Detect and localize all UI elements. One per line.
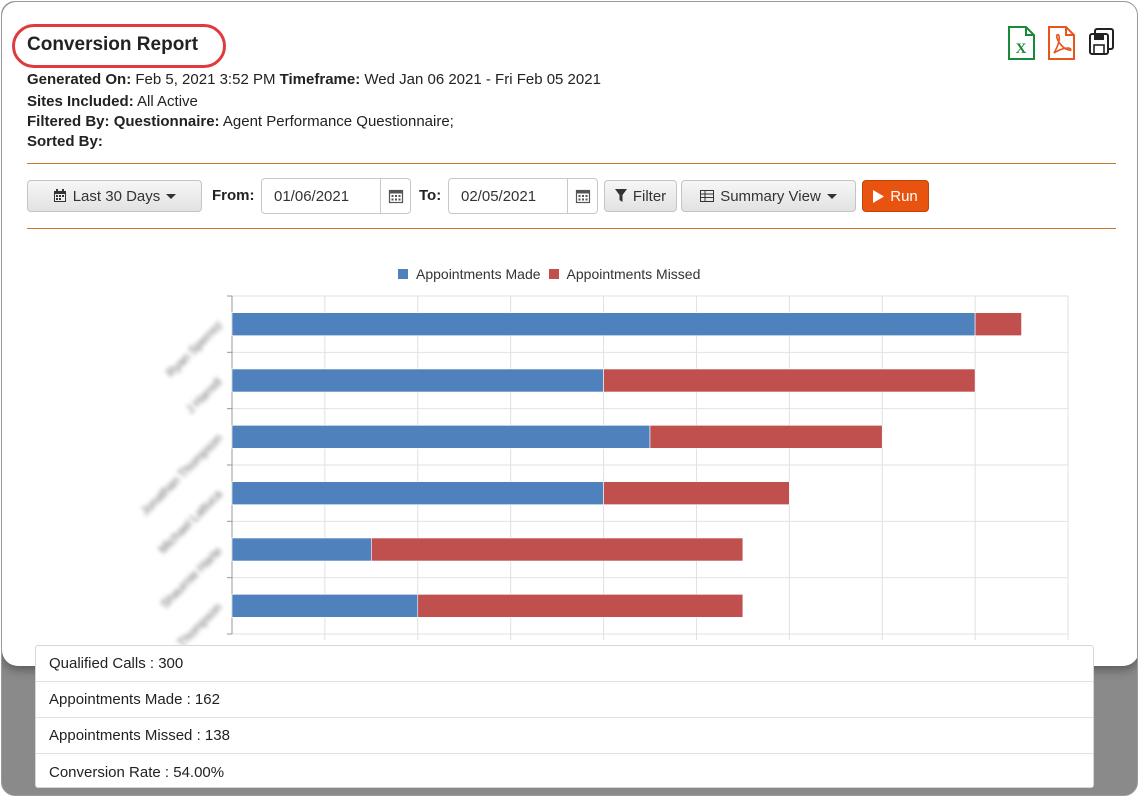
bar-appointments-made [231, 481, 604, 505]
bar-appointments-missed [974, 312, 1022, 336]
summary-qualified-calls: Qualified Calls : 300 [36, 646, 1093, 682]
summary-appointments-missed: Appointments Missed : 138 [36, 718, 1093, 754]
bar-appointments-missed [649, 425, 883, 449]
bar-appointments-made [231, 594, 419, 618]
bar-chart [227, 295, 1069, 640]
bar-appointments-made [231, 425, 651, 449]
bar-appointments-missed [603, 368, 976, 393]
summary-conversion-rate: Conversion Rate : 54.00% [49, 763, 225, 781]
window-frame: Conversion Report X Generated On: Feb 5,… [1, 1, 1138, 796]
summary-panel: Qualified Calls : 300 Appointments Made … [35, 645, 1094, 788]
summary-appointments-made: Appointments Made : 162 [36, 682, 1093, 718]
bar-appointments-missed [371, 537, 744, 562]
bar-appointments-made [231, 312, 976, 336]
report-card: Conversion Report X Generated On: Feb 5,… [2, 2, 1137, 666]
bar-appointments-made [231, 537, 372, 562]
bar-appointments-missed [417, 594, 744, 618]
bar-appointments-missed [603, 481, 790, 505]
bar-appointments-made [231, 368, 604, 393]
